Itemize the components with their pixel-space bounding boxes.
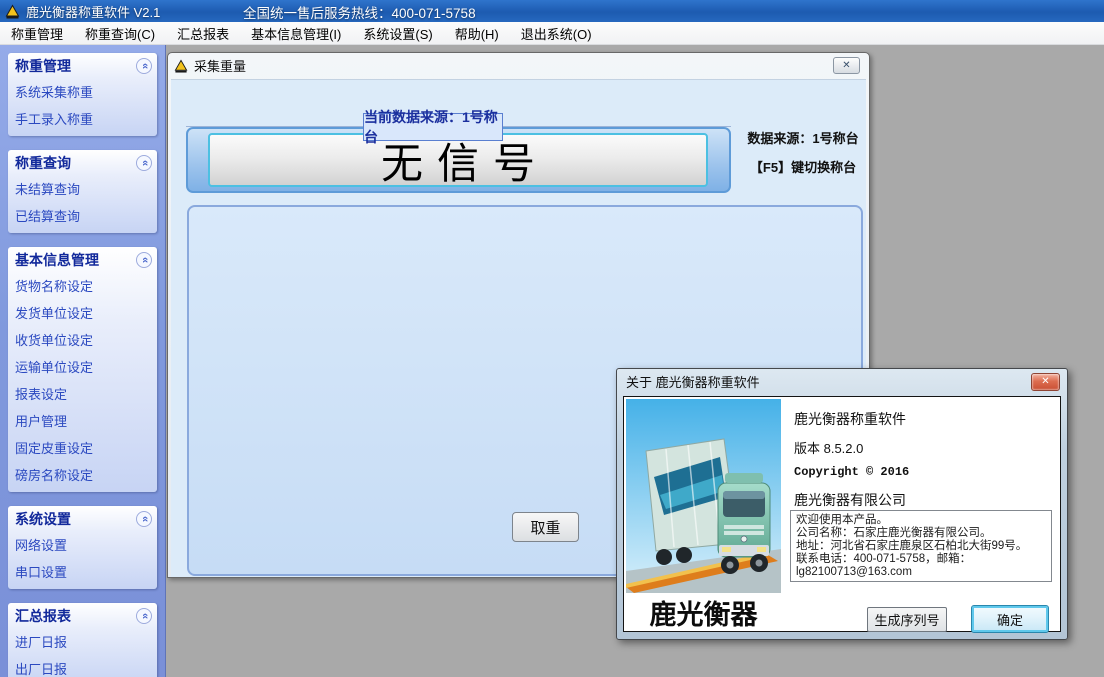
sidebar-section-title: 系统设置	[15, 509, 71, 529]
sidebar-section-weigh-query: 称重查询 « 未结算查询 已结算查询	[8, 150, 157, 233]
window-logo-icon	[174, 59, 188, 73]
sidebar: 称重管理 « 系统采集称重 手工录入称重 称重查询 « 未结算查询 已结算查询 …	[0, 45, 166, 677]
about-product-name: 鹿光衡器称重软件	[794, 409, 906, 429]
sidebar-item-fixed-tare-setting[interactable]: 固定皮重设定	[8, 434, 157, 461]
sidebar-section-header[interactable]: 系统设置 «	[8, 506, 157, 531]
app-root: 鹿光衡器称重软件 V2.1 全国统一售后服务热线：400-071-5758 称重…	[0, 0, 1104, 677]
app-title: 鹿光衡器称重软件 V2.1	[26, 2, 160, 21]
about-dialog: 关于 鹿光衡器称重软件 ✕	[616, 368, 1068, 640]
generate-serial-button[interactable]: 生成序列号	[867, 607, 947, 632]
sidebar-item-goods-name-setting[interactable]: 货物名称设定	[8, 272, 157, 299]
data-source-banner: 当前数据来源：1号称台	[363, 113, 503, 141]
sidebar-item-settled-query[interactable]: 已结算查询	[8, 202, 157, 229]
sidebar-section-header[interactable]: 汇总报表 «	[8, 603, 157, 628]
about-dialog-title: 关于 鹿光衡器称重软件	[626, 372, 760, 391]
sidebar-section-header[interactable]: 称重管理 «	[8, 53, 157, 78]
menu-system-settings[interactable]: 系统设置(S)	[352, 21, 443, 46]
sidebar-item-system-collect-weigh[interactable]: 系统采集称重	[8, 78, 157, 105]
collapse-chevron-icon[interactable]: «	[136, 58, 152, 74]
sidebar-section-header[interactable]: 基本信息管理 «	[8, 247, 157, 272]
about-company: 鹿光衡器有限公司	[794, 490, 906, 510]
dialog-close-button[interactable]: ✕	[1031, 373, 1060, 391]
sidebar-section-title: 称重查询	[15, 153, 71, 173]
menu-basic-info[interactable]: 基本信息管理(I)	[240, 21, 352, 46]
menu-summary-report[interactable]: 汇总报表	[166, 21, 240, 46]
ok-button[interactable]: 确定	[971, 605, 1049, 633]
about-dialog-titlebar[interactable]: 关于 鹿光衡器称重软件 ✕	[617, 369, 1067, 394]
about-version: 版本 8.5.2.0	[794, 438, 863, 457]
menu-weigh-query[interactable]: 称重查询(C)	[74, 21, 166, 46]
sidebar-item-scale-house-setting[interactable]: 磅房名称设定	[8, 461, 157, 488]
weigh-window-titlebar[interactable]: 采集重量 ✕	[168, 53, 869, 78]
sidebar-item-user-management[interactable]: 用户管理	[8, 407, 157, 434]
menu-bar: 称重管理 称重查询(C) 汇总报表 基本信息管理(I) 系统设置(S) 帮助(H…	[0, 22, 1104, 45]
menu-help[interactable]: 帮助(H)	[444, 21, 510, 46]
hotline-text: 全国统一售后服务热线：400-071-5758	[243, 2, 476, 22]
collapse-chevron-icon[interactable]: «	[136, 608, 152, 624]
about-info-line: 欢迎使用本产品。	[796, 514, 1046, 527]
sidebar-section-title: 汇总报表	[15, 606, 71, 626]
source-info-line2: 【F5】键切换称台	[739, 157, 867, 176]
about-copyright: Copyright © 2016	[794, 465, 909, 479]
weigh-window-title: 采集重量	[194, 56, 246, 75]
source-info-line1: 数据来源：1号称台	[743, 128, 863, 147]
collapse-chevron-icon[interactable]: «	[136, 511, 152, 527]
sidebar-item-manual-entry-weigh[interactable]: 手工录入称重	[8, 105, 157, 132]
take-weight-button[interactable]: 取重	[512, 512, 579, 542]
about-info-line: 公司名称：石家庄鹿光衡器有限公司。	[796, 527, 1046, 540]
menu-exit[interactable]: 退出系统(O)	[510, 21, 603, 46]
sidebar-item-outbound-daily-report[interactable]: 出厂日报	[8, 655, 157, 677]
sidebar-section-title: 基本信息管理	[15, 250, 99, 270]
sidebar-item-network-settings[interactable]: 网络设置	[8, 531, 157, 558]
title-bar: 鹿光衡器称重软件 V2.1 全国统一售后服务热线：400-071-5758	[0, 0, 1104, 22]
about-info-line: lg82100713@163.com	[796, 566, 1046, 579]
about-info-line: 联系电话：400-071-5758，邮箱：	[796, 553, 1046, 566]
sidebar-item-serial-port-settings[interactable]: 串口设置	[8, 558, 157, 585]
sidebar-item-shipper-setting[interactable]: 发货单位设定	[8, 299, 157, 326]
sidebar-section-weigh-manage: 称重管理 « 系统采集称重 手工录入称重	[8, 53, 157, 136]
sidebar-section-summary-report: 汇总报表 « 进厂日报 出厂日报	[8, 603, 157, 677]
app-logo-icon	[5, 4, 20, 19]
sidebar-item-unsettled-query[interactable]: 未结算查询	[8, 175, 157, 202]
sidebar-section-system-settings: 系统设置 « 网络设置 串口设置	[8, 506, 157, 589]
truck-photo: 鹿光衡器	[626, 399, 781, 631]
sidebar-section-basic-info: 基本信息管理 « 货物名称设定 发货单位设定 收货单位设定 运输单位设定 报表设…	[8, 247, 157, 492]
about-info-box: 欢迎使用本产品。 公司名称：石家庄鹿光衡器有限公司。 地址：河北省石家庄鹿泉区石…	[790, 510, 1052, 582]
window-close-button[interactable]: ✕	[833, 57, 860, 74]
sidebar-item-report-setting[interactable]: 报表设定	[8, 380, 157, 407]
sidebar-item-inbound-daily-report[interactable]: 进厂日报	[8, 628, 157, 655]
menu-weigh-manage[interactable]: 称重管理	[0, 21, 74, 46]
collapse-chevron-icon[interactable]: «	[136, 252, 152, 268]
collapse-chevron-icon[interactable]: «	[136, 155, 152, 171]
sidebar-item-transport-setting[interactable]: 运输单位设定	[8, 353, 157, 380]
sidebar-item-receiver-setting[interactable]: 收货单位设定	[8, 326, 157, 353]
truck-caption: 鹿光衡器	[626, 593, 781, 631]
sidebar-section-title: 称重管理	[15, 56, 71, 76]
about-info-line: 地址：河北省石家庄鹿泉区石柏北大街99号。	[796, 540, 1046, 553]
sidebar-section-header[interactable]: 称重查询 «	[8, 150, 157, 175]
about-dialog-body: 鹿光衡器 鹿光衡器称重软件 版本 8.5.2.0 Copyright © 201…	[623, 396, 1061, 632]
